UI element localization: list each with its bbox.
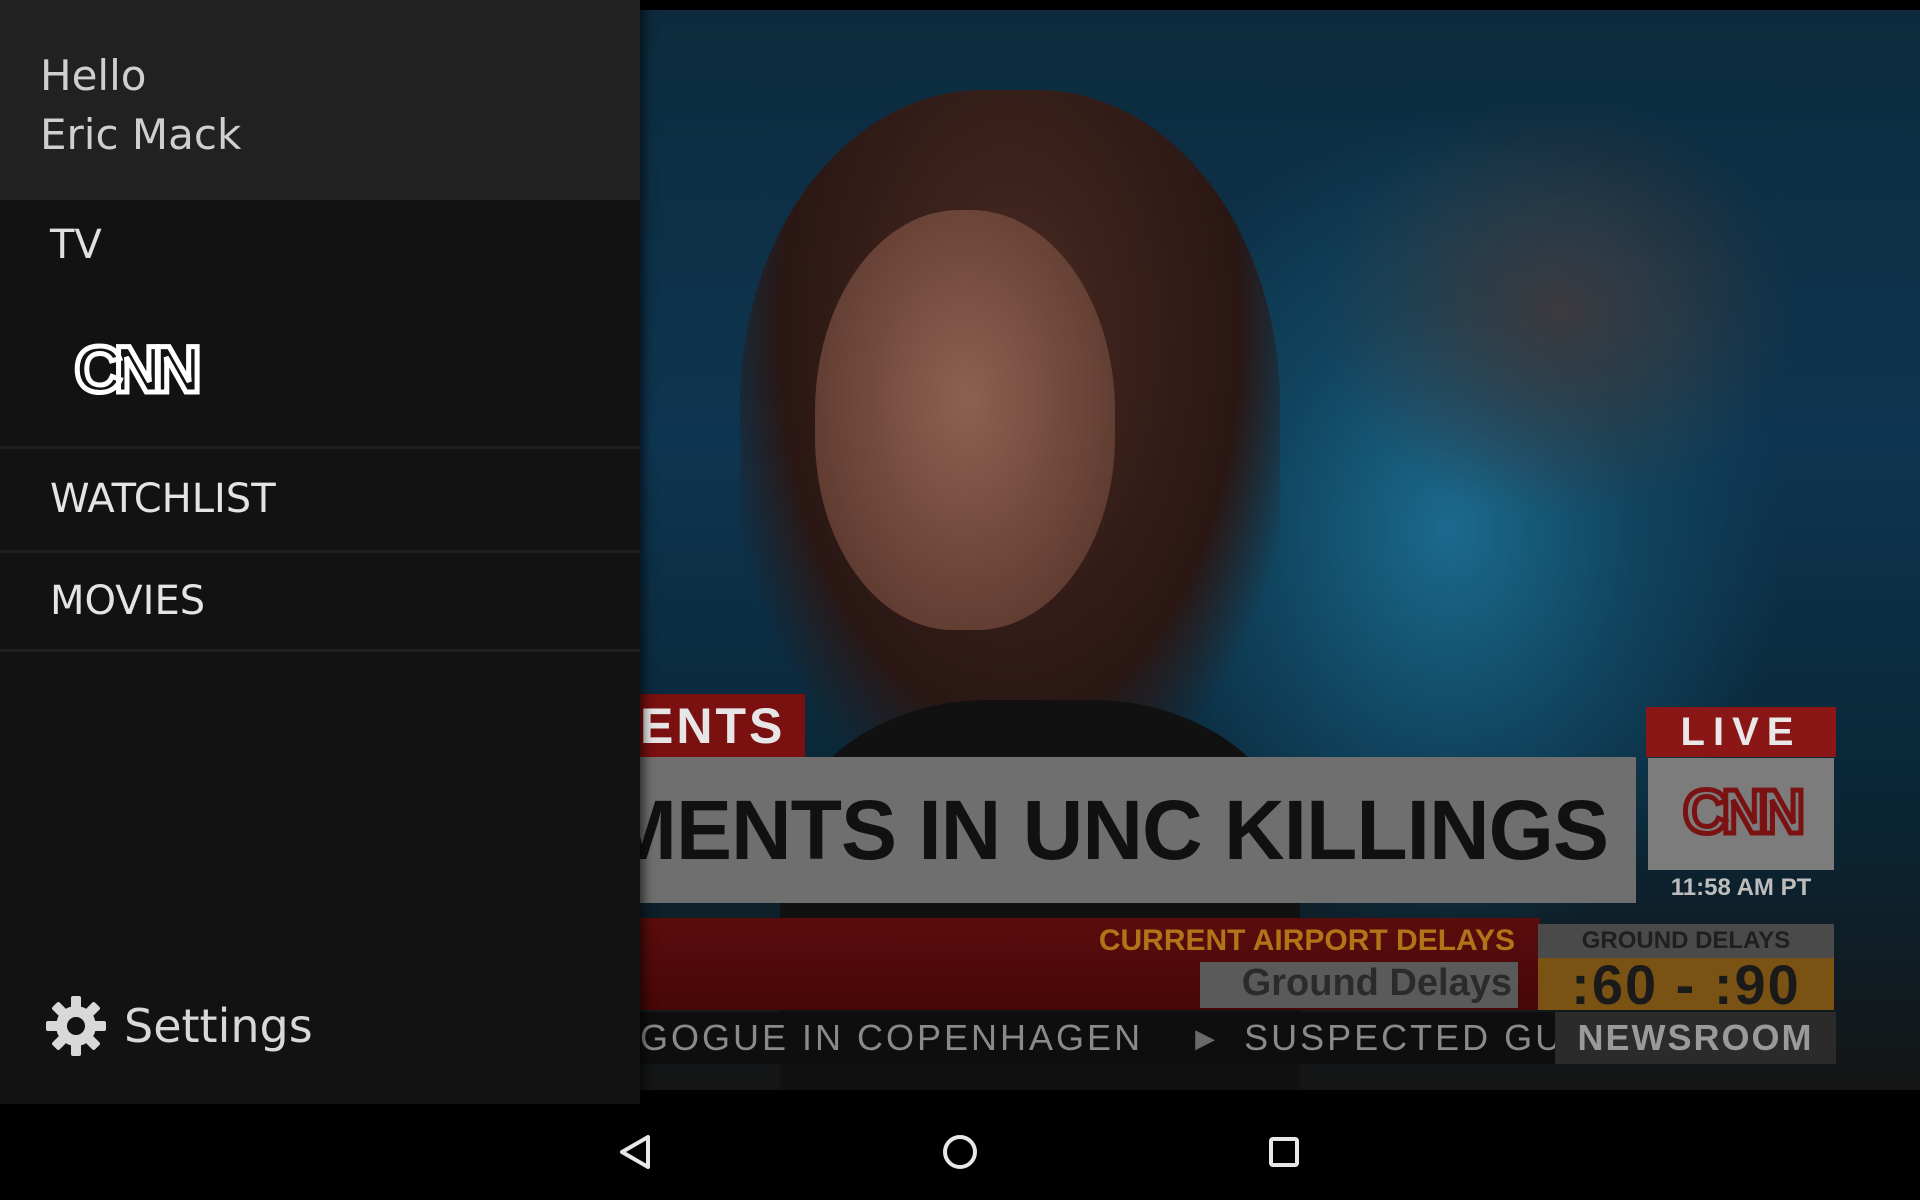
lower-third-section-tag: ENTS [640, 694, 805, 758]
section-title-tv: TV [50, 222, 102, 268]
settings-button[interactable]: Settings [44, 988, 313, 1064]
recent-apps-button[interactable] [1256, 1124, 1312, 1180]
nav-item-movies[interactable]: MOVIES [0, 550, 640, 652]
live-badge: LIVE [1646, 707, 1836, 757]
channel-item-cnn[interactable]: CNN [0, 300, 640, 440]
gear-icon [46, 996, 106, 1056]
navigation-drawer: Hello Eric Mack TV CNN WATCHLIST MOVIES [0, 0, 640, 1104]
ticker-text-1: GOGUE IN COPENHAGEN [640, 1017, 1144, 1058]
nav-item-watchlist[interactable]: WATCHLIST [0, 446, 640, 548]
show-name-badge: NEWSROOM [1555, 1012, 1836, 1064]
greeting-hello: Hello [40, 51, 147, 100]
cnn-logo-icon: CNN [1680, 779, 1810, 849]
back-triangle-icon [620, 1135, 650, 1169]
recent-apps-square-icon [1269, 1137, 1299, 1167]
ticker-arrow-icon: ▶ [1195, 1022, 1219, 1053]
cnn-logo-icon: CNN [72, 334, 204, 406]
ticker-text-2: SUSPECTED GU [1244, 1017, 1555, 1058]
svg-text:CNN: CNN [1683, 779, 1802, 847]
greeting-username: Eric Mack [40, 110, 242, 159]
home-circle-icon [943, 1135, 977, 1169]
cnn-logo-broadcast: CNN [1648, 758, 1834, 870]
system-nav-bar [0, 1104, 1920, 1200]
user-greeting: Hello Eric Mack [40, 46, 241, 164]
broadcast-time: 11:58 AM PT [1670, 874, 1812, 901]
back-button[interactable] [608, 1124, 664, 1180]
drawer-header: Hello Eric Mack [0, 0, 640, 200]
airport-delays-subtitle: Ground Delays [1200, 962, 1518, 1008]
anchor-face [815, 210, 1115, 630]
lower-third-headline: CTMENTS IN UNC KILLINGS [640, 757, 1636, 903]
news-ticker: GOGUE IN COPENHAGEN ▶ SUSPECTED GU [640, 1012, 1555, 1064]
airport-delays-title: CURRENT AIRPORT DELAYS [1098, 924, 1515, 957]
svg-text:CNN: CNN [75, 334, 198, 406]
ground-delays-value: :60 - :90 [1538, 953, 1834, 1016]
home-button[interactable] [932, 1124, 988, 1180]
settings-label: Settings [124, 999, 313, 1053]
